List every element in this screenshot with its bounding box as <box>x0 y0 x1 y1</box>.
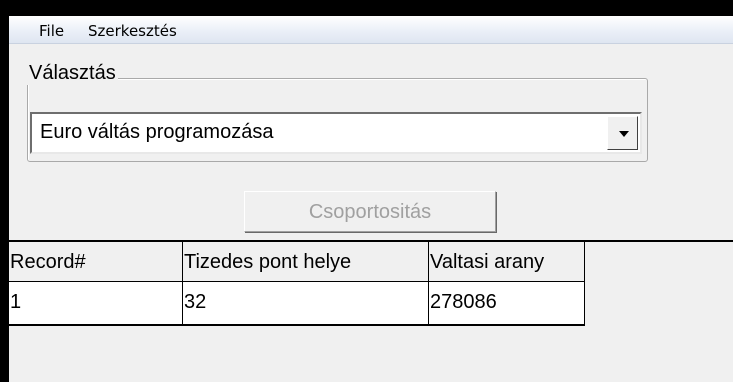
selection-dropdown-value: Euro váltás programozása <box>40 121 274 143</box>
app-window: File Szerkesztés Választás Euro váltás p… <box>9 16 733 382</box>
menu-bar: File Szerkesztés <box>9 16 733 44</box>
column-header-record[interactable]: Record# <box>9 242 183 282</box>
chevron-down-icon <box>619 131 629 137</box>
table-cell-record[interactable]: 1 <box>9 282 183 326</box>
table-cell-exchange-rate[interactable]: 278086 <box>429 282 585 326</box>
selection-dropdown[interactable]: Euro váltás programozása <box>30 112 642 154</box>
group-by-button[interactable]: Csoportositás <box>244 191 496 232</box>
column-header-decimal-position[interactable]: Tizedes pont helye <box>183 242 429 282</box>
menu-edit[interactable]: Szerkesztés <box>88 22 177 40</box>
selection-group-label: Választás <box>27 62 118 85</box>
records-grid[interactable]: Record# Tizedes pont helye Valtasi arany… <box>9 240 733 382</box>
dropdown-button[interactable] <box>607 116 638 150</box>
table-cell-decimal-position[interactable]: 32 <box>183 282 429 326</box>
column-header-exchange-rate[interactable]: Valtasi arany <box>429 242 585 282</box>
menu-file[interactable]: File <box>39 22 64 40</box>
